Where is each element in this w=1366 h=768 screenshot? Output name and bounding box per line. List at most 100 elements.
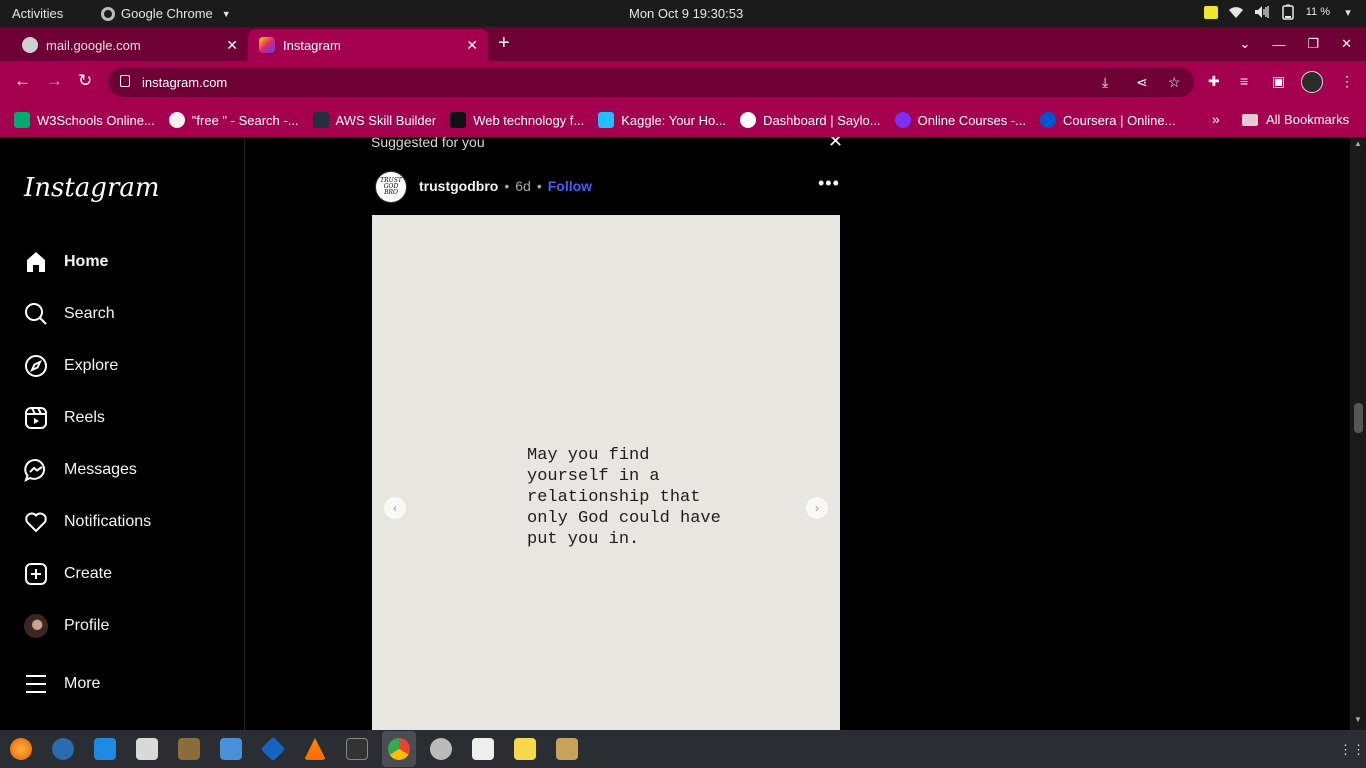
page-scrollbar[interactable]: ▲ ▼ [1350, 137, 1366, 730]
bookmark-coursera[interactable]: Coursera | Online... [1040, 112, 1175, 128]
suggested-heading: Suggested for you [371, 137, 485, 150]
profile-avatar[interactable] [1301, 71, 1323, 93]
sidebar-item-notifications[interactable]: Notifications [24, 510, 151, 534]
instagram-logo[interactable]: Instagram [24, 173, 160, 203]
side-panel-icon[interactable]: ▣ [1272, 73, 1285, 90]
post-options-icon[interactable]: ••• [818, 173, 840, 194]
close-window-button[interactable]: ✕ [1341, 36, 1352, 52]
sidebar-item-label: Create [64, 565, 113, 582]
minimize-button[interactable]: — [1272, 37, 1285, 52]
bookmark-webtech[interactable]: Web technology f... [450, 112, 584, 128]
close-tab-icon[interactable]: ✕ [226, 37, 238, 54]
browser-toolbar: ← → ↻ instagram.com ⤓ ⋖ ☆ ✚ ≡ ▣ ⋮ [0, 61, 1366, 103]
carousel-next-button[interactable]: › [806, 497, 828, 519]
sidebar-item-create[interactable]: Create [24, 562, 112, 586]
post-image[interactable]: May you find yourself in a relationship … [372, 215, 840, 730]
scroll-thumb[interactable] [1354, 403, 1363, 433]
sidebar-item-messages[interactable]: Messages [24, 458, 137, 482]
home-icon [24, 250, 48, 274]
scroll-up-icon[interactable]: ▲ [1354, 139, 1362, 148]
scroll-down-icon[interactable]: ▼ [1354, 715, 1362, 724]
sticky-notes-icon[interactable] [1203, 5, 1218, 19]
reload-button[interactable]: ↻ [78, 71, 92, 91]
notes-icon[interactable] [514, 738, 536, 760]
sidebar-item-label: Notifications [64, 513, 152, 530]
sidebar-item-explore[interactable]: Explore [24, 354, 118, 378]
install-app-icon[interactable]: ⤓ [1102, 74, 1108, 91]
url-text[interactable]: instagram.com [142, 75, 227, 90]
settings-gear-icon[interactable] [430, 738, 452, 760]
carousel-prev-button[interactable]: ‹ [384, 497, 406, 519]
w3schools-icon [14, 112, 30, 128]
clock[interactable]: Mon Oct 9 19:30:53 [629, 6, 743, 21]
archive-icon[interactable] [556, 738, 578, 760]
more-bookmarks-icon[interactable]: » [1212, 111, 1220, 127]
sidebar-item-more[interactable]: More [24, 672, 100, 696]
tab-title: mail.google.com [46, 37, 141, 53]
bookmark-saylor[interactable]: Dashboard | Saylo... [740, 112, 881, 128]
bookmark-label: W3Schools Online... [37, 112, 155, 128]
rhythmbox-icon[interactable] [136, 738, 158, 760]
share-icon[interactable]: ⋖ [1136, 74, 1148, 91]
battery-icon [1280, 4, 1296, 20]
bookmark-label: Dashboard | Saylo... [763, 112, 881, 128]
activities-button[interactable]: Activities [12, 6, 63, 21]
folder-icon [1242, 113, 1258, 126]
tab-gmail[interactable]: mail.google.com ✕ [0, 29, 248, 61]
bookmark-kaggle[interactable]: Kaggle: Your Ho... [598, 112, 726, 128]
diamond-app-icon[interactable] [260, 736, 286, 762]
back-button[interactable]: ← [14, 71, 31, 91]
sidebar-item-search[interactable]: Search [24, 302, 115, 326]
vlc-icon[interactable] [304, 738, 326, 760]
extensions-icon[interactable]: ✚ [1208, 73, 1220, 90]
maximize-button[interactable]: ❐ [1307, 36, 1319, 52]
post-age[interactable]: 6d [515, 178, 531, 194]
thunderbird-icon[interactable] [52, 738, 74, 760]
tab-instagram[interactable]: Instagram ✕ [248, 29, 488, 61]
sidebar-item-home[interactable]: Home [24, 250, 108, 274]
bookmark-w3schools[interactable]: W3Schools Online... [14, 112, 155, 128]
reading-list-icon[interactable]: ≡ [1240, 73, 1248, 89]
address-bar[interactable]: instagram.com ⤓ ⋖ ☆ [108, 67, 1194, 97]
firefox-icon[interactable] [10, 738, 32, 760]
chrome-icon[interactable] [388, 738, 410, 760]
app-menu[interactable]: Google Chrome ▼ [101, 6, 231, 21]
battery-percent: 11 % [1305, 6, 1330, 18]
reels-icon [24, 406, 48, 430]
separator-dot: • [504, 178, 510, 194]
post-avatar[interactable]: TRUST GOD BRO [375, 171, 407, 203]
forward-button[interactable]: → [46, 71, 63, 91]
bookmark-search[interactable]: "free " - Search -... [168, 112, 299, 128]
kebab-menu-icon[interactable]: ⋮ [1340, 73, 1354, 90]
tab-search-icon[interactable]: ⌄ [1240, 36, 1251, 52]
new-tab-button[interactable]: + [498, 33, 510, 53]
globe-icon [22, 37, 38, 53]
bookmark-aws[interactable]: AWS Skill Builder [312, 112, 436, 128]
sidebar-nav: Instagram Home Search Explore Reels Mess… [0, 137, 245, 730]
compass-icon [24, 354, 48, 378]
follow-button[interactable]: Follow [548, 178, 592, 194]
post-username[interactable]: trustgodbro [419, 178, 498, 194]
sidebar-item-label: Reels [64, 409, 105, 426]
sidebar-item-label: Search [64, 305, 115, 322]
files-icon[interactable] [178, 738, 200, 760]
close-tab-icon[interactable]: ✕ [466, 37, 478, 54]
globe-icon [740, 112, 757, 128]
system-tray[interactable]: 11 % ▾ [1203, 4, 1356, 20]
mdn-icon [450, 112, 467, 128]
all-bookmarks-button[interactable]: All Bookmarks [1242, 112, 1349, 127]
bookmark-star-icon[interactable]: ☆ [1168, 74, 1181, 91]
text-editor-icon[interactable] [472, 738, 494, 760]
all-bookmarks-label: All Bookmarks [1266, 112, 1350, 127]
document-icon[interactable] [220, 738, 242, 760]
sidebar-item-profile[interactable]: Profile [24, 614, 109, 638]
plus-square-icon [24, 562, 48, 586]
vscode-icon[interactable] [94, 738, 116, 760]
system-top-bar: Activities Google Chrome ▼ Mon Oct 9 19:… [0, 0, 1366, 27]
show-apps-grid-icon[interactable]: ⋮⋮⋮ [1339, 742, 1366, 758]
dismiss-suggestion-icon[interactable]: ✕ [828, 137, 843, 152]
sidebar-item-reels[interactable]: Reels [24, 406, 105, 430]
terminal-icon[interactable] [346, 738, 368, 760]
lock-icon[interactable] [120, 75, 130, 87]
bookmark-online-courses[interactable]: Online Courses -... [894, 112, 1026, 128]
